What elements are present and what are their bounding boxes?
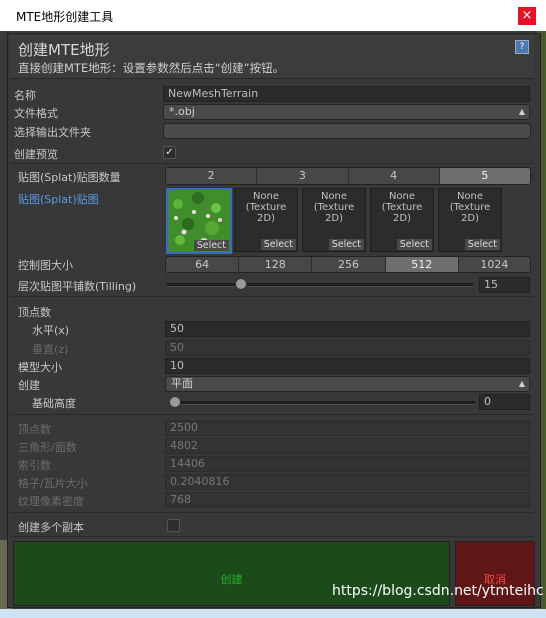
divider [10, 536, 534, 537]
tiling-slider-track[interactable] [167, 283, 473, 287]
stat-triangle-value: 4802 [165, 438, 530, 454]
texture-select-button[interactable]: Select [328, 239, 364, 250]
splat-count-selector: 2 3 4 5 [165, 167, 531, 185]
divider [10, 296, 534, 297]
splat-count-option[interactable]: 4 [348, 168, 440, 184]
stat-vertex-label: 顶点数 [18, 423, 51, 436]
tiling-slider-thumb[interactable] [235, 278, 248, 290]
tiling-label: 层次贴图平铺数(Tilling) [18, 280, 137, 293]
control-size-label: 控制图大小 [18, 259, 73, 272]
create-type-value: 平面 [171, 377, 193, 390]
page-subtitle: 直接创建MTE地形：设置参数然后点击“创建”按钮。 [18, 61, 285, 75]
divider [10, 414, 534, 415]
format-dropdown[interactable]: *.obj ▲ [163, 104, 530, 120]
horizontal-input[interactable]: 50 [165, 321, 530, 337]
stat-index-label: 索引数 [18, 459, 51, 472]
create-type-dropdown[interactable]: 平面 ▲ [165, 376, 530, 392]
page-title: 创建MTE地形 [18, 41, 110, 59]
texture-empty-text: None (Texture 2D) [313, 191, 355, 224]
stat-texel-label: 纹理像素密度 [18, 495, 84, 508]
divider [10, 163, 534, 164]
base-height-slider-thumb[interactable] [169, 396, 181, 408]
folder-select-button[interactable] [163, 123, 531, 139]
splat-count-option[interactable]: 2 [166, 168, 258, 184]
help-icon[interactable]: ? [515, 40, 529, 54]
texture-empty-text: None (Texture 2D) [381, 191, 423, 224]
texture-slot[interactable]: None (Texture 2D) Select [302, 188, 366, 252]
texture-slot[interactable]: None (Texture 2D) Select [370, 188, 434, 252]
model-size-label: 模型大小 [18, 361, 62, 374]
horizontal-label: 水平(x) [32, 324, 70, 337]
format-value: *.obj [169, 105, 195, 118]
control-size-option[interactable]: 64 [166, 257, 240, 272]
chevron-updown-icon: ▲ [518, 107, 525, 116]
base-height-slider-track[interactable] [169, 401, 475, 405]
control-size-selector: 64 128 256 512 1024 [165, 256, 531, 273]
texture-slot[interactable]: None (Texture 2D) Select [438, 188, 502, 252]
format-label: 文件格式 [14, 107, 58, 120]
control-size-option[interactable]: 128 [239, 257, 313, 272]
stat-grid-label: 格子/瓦片大小 [18, 477, 88, 490]
divider [10, 512, 534, 513]
vertical-input: 50 [165, 340, 530, 356]
control-size-option[interactable]: 256 [312, 257, 386, 272]
model-size-input[interactable]: 10 [165, 358, 530, 374]
texture-empty-text: None (Texture 2D) [245, 191, 287, 224]
preview-label: 创建预览 [14, 148, 58, 161]
watermark: https://blog.csdn.net/ytmteihc [332, 583, 544, 599]
header-box: 创建MTE地形 直接创建MTE地形：设置参数然后点击“创建”按钮。 [10, 35, 534, 79]
tiling-input[interactable]: 15 [479, 277, 530, 293]
base-height-input[interactable]: 0 [479, 394, 530, 410]
stat-vertex-value: 2500 [165, 420, 530, 436]
close-button[interactable]: × [518, 7, 536, 25]
stat-grid-value: 0.2040816 [165, 474, 530, 490]
texture-select-button[interactable]: Select [464, 239, 500, 250]
splat-count-option[interactable]: 3 [257, 168, 349, 184]
control-size-option[interactable]: 1024 [458, 257, 530, 272]
texture-empty-text: None (Texture 2D) [449, 191, 491, 224]
preview-checkbox[interactable]: ✓ [163, 146, 176, 159]
texture-select-button[interactable]: Select [260, 239, 296, 250]
stat-triangle-label: 三角形/面数 [18, 441, 77, 454]
texture-slot[interactable]: Select [166, 188, 232, 254]
splat-count-label: 贴图(Splat)贴图数量 [18, 171, 121, 184]
splat-count-option-selected[interactable]: 5 [439, 168, 530, 184]
texture-select-button[interactable]: Select [193, 240, 229, 251]
splat-textures-label: 贴图(Splat)贴图 [18, 193, 99, 206]
chevron-updown-icon: ▲ [518, 379, 525, 388]
texture-slot[interactable]: None (Texture 2D) Select [234, 188, 298, 252]
control-size-option-selected[interactable]: 512 [385, 257, 459, 272]
stat-index-value: 14406 [165, 456, 530, 472]
folder-label: 选择输出文件夹 [14, 126, 91, 139]
base-height-label: 基础高度 [32, 397, 76, 410]
vertex-section-label: 顶点数 [18, 306, 51, 319]
vertical-label: 垂直(z) [32, 343, 69, 356]
window-titlebar: MTE地形创建工具 × [0, 0, 546, 31]
multi-copy-checkbox[interactable] [167, 519, 180, 532]
create-type-label: 创建 [18, 379, 40, 392]
multi-copy-label: 创建多个副本 [18, 521, 84, 534]
stat-texel-value: 768 [165, 492, 530, 508]
window-title: MTE地形创建工具 [16, 10, 114, 24]
name-input[interactable]: NewMeshTerrain [163, 86, 530, 102]
name-label: 名称 [14, 89, 36, 102]
texture-select-button[interactable]: Select [396, 239, 432, 250]
